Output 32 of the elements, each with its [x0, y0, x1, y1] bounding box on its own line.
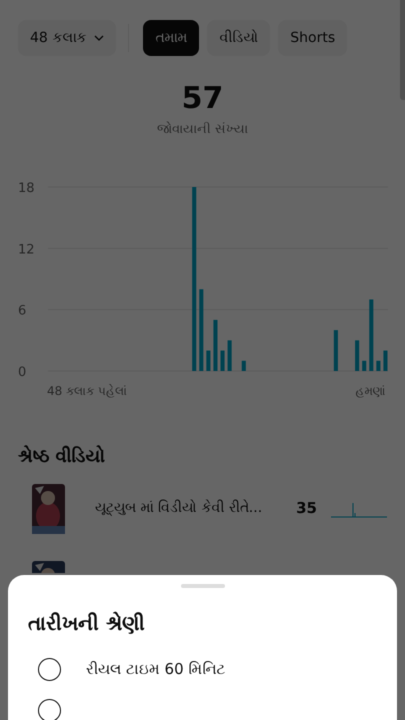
caret-icon [94, 35, 104, 41]
video-title[interactable]: યૂટ્યુબ માં વિડીયો કેવી રીતે... [95, 498, 296, 519]
chart-bar [383, 350, 388, 370]
chart-bar [376, 360, 380, 370]
section-title: શ્રેષ્ઠ વીડિયો [18, 444, 106, 468]
option-label[interactable]: રીયલ ટાઇમ 60 મિનિટ [86, 658, 226, 681]
chart-bar [220, 350, 225, 370]
chart-bar [334, 330, 338, 370]
view-count: 35 [296, 498, 317, 520]
filter-chip[interactable]: તમામ [143, 20, 200, 56]
axis-tick-label: 6 [18, 303, 26, 318]
chart-bar [362, 360, 366, 370]
axis-tick-label: 0 [18, 364, 26, 380]
view-count: 57 [182, 84, 224, 114]
sheet-title: તારીખની શ્રેણી [28, 610, 146, 637]
chart-bar [206, 350, 210, 370]
axis-label: 48 કલાક પહેલાં [47, 384, 127, 398]
axis-tick-label: 18 [18, 180, 35, 196]
radio-button[interactable] [38, 699, 61, 720]
view-count-label: જોવાયાની સંખ્યા [156, 120, 248, 139]
chart-bar [213, 319, 218, 370]
chart-bar [355, 340, 360, 370]
chart-bar [228, 340, 232, 370]
chart-bar [242, 360, 246, 370]
filter-chip[interactable]: વીડિયો [207, 20, 270, 56]
filter-chip[interactable]: Shorts [278, 20, 348, 56]
range-dropdown[interactable]: 48 કલાક [18, 20, 116, 56]
radio-button[interactable] [38, 658, 61, 681]
chart-bar [369, 298, 374, 370]
axis-label: હમણાં [355, 384, 386, 398]
drag-handle[interactable] [180, 584, 224, 588]
axis-tick-label: 12 [18, 242, 35, 257]
